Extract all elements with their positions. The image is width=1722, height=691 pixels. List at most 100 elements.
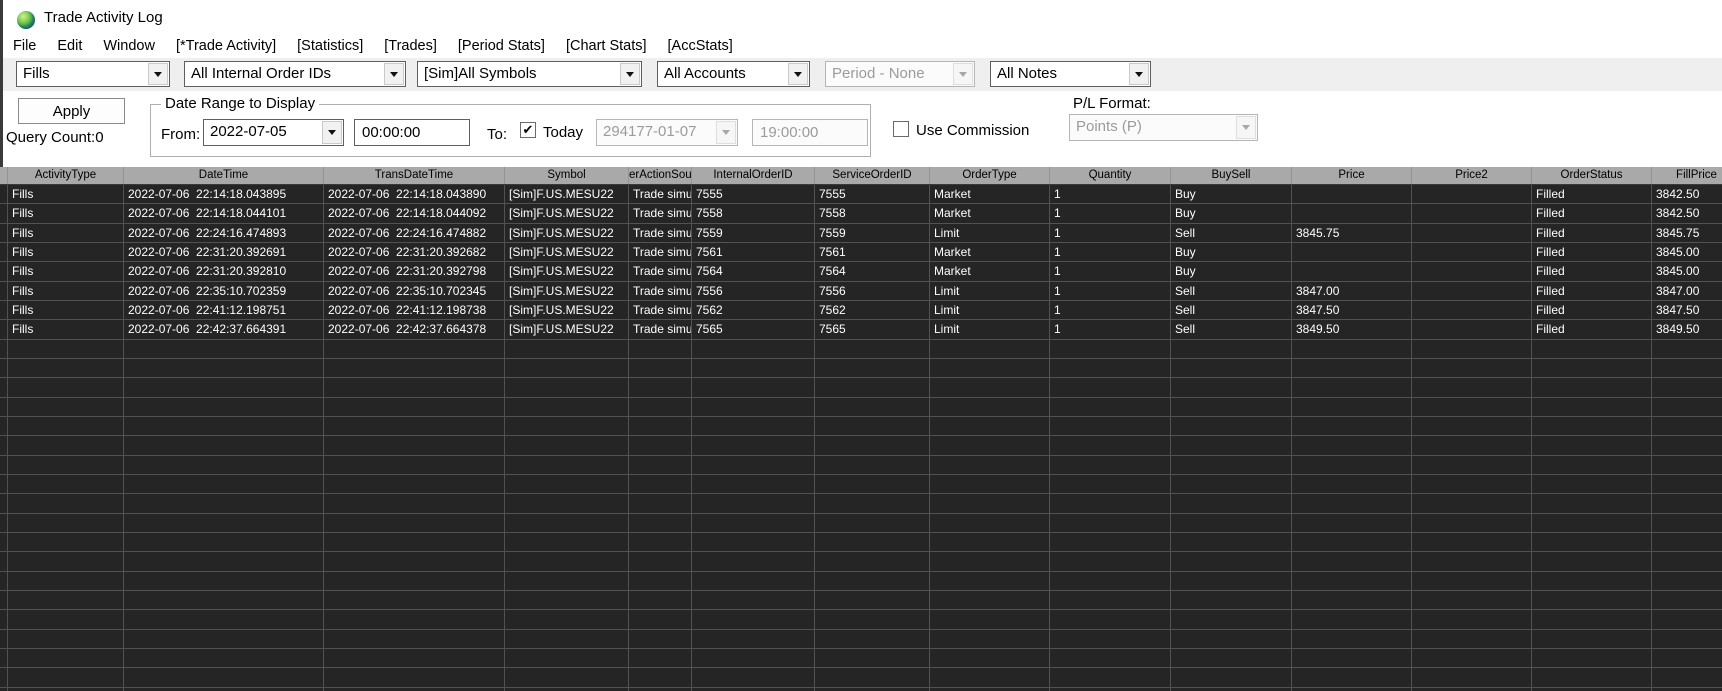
table-cell: [324, 436, 505, 456]
table-cell: 7561: [692, 242, 815, 263]
column-header-buysell[interactable]: BuySell: [1171, 167, 1292, 184]
empty-table-row: [0, 532, 1722, 553]
from-date-select[interactable]: 2022-07-05: [203, 119, 344, 146]
table-row[interactable]: Fills 2022-07-06 22:14:18.044101 2022-07-0…: [0, 204, 1722, 224]
menu-item-chart-stats[interactable]: [Chart Stats]: [566, 38, 647, 54]
table-cell: [692, 436, 815, 456]
table-cell: [1652, 688, 1722, 691]
table-cell: [629, 610, 692, 630]
table-cell: [815, 455, 930, 475]
table-cell: [Sim]F.US.MESU22: [505, 300, 629, 321]
menu-item-file[interactable]: File: [13, 38, 36, 54]
table-cell: 3847.00: [1652, 282, 1722, 301]
table-cell: [930, 455, 1050, 475]
table-cell: Buy: [1171, 242, 1292, 263]
table-row[interactable]: Fills 2022-07-06 22:31:20.392691 2022-07-0…: [0, 242, 1722, 263]
table-cell: [1532, 339, 1652, 359]
column-header-fillprice[interactable]: FillPrice: [1652, 167, 1722, 184]
empty-table-row: [0, 358, 1722, 379]
table-cell: [1412, 320, 1532, 340]
table-row[interactable]: Fills 2022-07-06 22:42:37.664391 2022-07-0…: [0, 320, 1722, 340]
table-cell: [1412, 513, 1532, 533]
table-cell: [815, 629, 930, 649]
empty-table-row: [0, 416, 1722, 437]
table-cell: [505, 687, 629, 691]
table-row[interactable]: Fills 2022-07-06 22:14:18.043895 2022-07-0…: [0, 185, 1722, 205]
table-cell: Buy: [1171, 185, 1292, 205]
menu-item-period-stats[interactable]: [Period Stats]: [458, 38, 545, 54]
table-cell: [629, 358, 692, 379]
chevron-down-icon: [788, 63, 808, 85]
table-cell: [324, 339, 505, 359]
menu-item-statistics[interactable]: [Statistics]: [297, 38, 363, 54]
table-cell: Sell: [1171, 281, 1292, 301]
menu-item-trade-activity[interactable]: [*Trade Activity]: [176, 38, 276, 54]
table-cell: [124, 358, 324, 379]
symbols-select[interactable]: [Sim]All Symbols: [417, 61, 642, 87]
table-cell: 2022-07-06 22:42:37.664391: [124, 320, 324, 340]
today-checkbox[interactable]: ✔: [520, 122, 536, 138]
table-cell: [505, 436, 629, 456]
table-cell: [1652, 610, 1722, 630]
table-row[interactable]: Fills 2022-07-06 22:35:10.702359 2022-07-0…: [0, 281, 1722, 301]
table-cell: [324, 629, 505, 649]
use-commission-checkbox[interactable]: [893, 121, 909, 137]
table-cell: [692, 590, 815, 611]
table-row[interactable]: Fills 2022-07-06 22:24:16.474893 2022-07-0…: [0, 223, 1722, 243]
row-gutter-cell: [0, 397, 8, 417]
table-cell: Fills: [8, 320, 124, 340]
row-gutter-cell: [0, 513, 8, 533]
column-header-quantity[interactable]: Quantity: [1050, 167, 1171, 184]
table-cell: [692, 687, 815, 691]
column-header-price2[interactable]: Price2: [1412, 167, 1532, 184]
table-cell: [124, 629, 324, 649]
table-cell: [1050, 358, 1171, 379]
column-header-ordertype[interactable]: OrderType: [930, 167, 1050, 184]
table-cell: [8, 648, 124, 669]
menu-item-trades[interactable]: [Trades]: [384, 38, 437, 54]
from-time-input[interactable]: 00:00:00: [354, 119, 470, 146]
table-cell: [815, 436, 930, 456]
column-header-activitytype[interactable]: ActivityType: [8, 167, 124, 184]
menu-item-edit[interactable]: Edit: [57, 38, 82, 54]
table-cell: [1050, 590, 1171, 611]
table-cell: 7564: [692, 262, 815, 282]
column-header-serviceorderid[interactable]: ServiceOrderID: [815, 167, 930, 184]
table-cell: [124, 494, 324, 514]
table-cell: [8, 416, 124, 437]
table-cell: [1532, 610, 1652, 630]
table-row[interactable]: Fills 2022-07-06 22:41:12.198751 2022-07-0…: [0, 300, 1722, 321]
menu-item-window[interactable]: Window: [103, 38, 155, 54]
table-cell: Limit: [930, 320, 1050, 340]
table-cell: 7562: [692, 300, 815, 321]
table-cell: Fills: [8, 223, 124, 243]
table-cell: [124, 648, 324, 669]
column-header-symbol[interactable]: Symbol: [505, 167, 629, 184]
table-cell: [505, 494, 629, 514]
table-cell: [124, 513, 324, 533]
notes-select[interactable]: All Notes: [990, 61, 1151, 87]
row-gutter-cell: [0, 262, 8, 282]
to-date-select: 294177-01-07: [596, 119, 738, 146]
table-cell: [124, 687, 324, 691]
table-cell: [1292, 552, 1412, 572]
accounts-select[interactable]: All Accounts: [657, 61, 810, 87]
column-header-price[interactable]: Price: [1292, 167, 1412, 184]
column-header-orderstatus[interactable]: OrderStatus: [1532, 167, 1652, 184]
column-header-datetime[interactable]: DateTime: [124, 167, 324, 184]
table-cell: [1412, 185, 1532, 205]
apply-button[interactable]: Apply: [18, 98, 125, 124]
column-header-eractionsou[interactable]: erActionSou: [629, 167, 692, 184]
table-cell: 1: [1050, 242, 1171, 263]
symbols-value: [Sim]All Symbols: [424, 65, 537, 82]
activity-type-select[interactable]: Fills: [16, 61, 170, 87]
pl-format-value: Points (P): [1076, 118, 1142, 135]
table-cell: [505, 668, 629, 688]
menu-item-accstats[interactable]: [AccStats]: [668, 38, 733, 54]
internal-order-ids-select[interactable]: All Internal Order IDs: [184, 61, 406, 87]
column-header-internalorderid[interactable]: InternalOrderID: [692, 167, 815, 184]
table-cell: [1652, 340, 1722, 359]
column-header-transdatetime[interactable]: TransDateTime: [324, 167, 505, 184]
table-cell: [Sim]F.US.MESU22: [505, 185, 629, 205]
table-row[interactable]: Fills 2022-07-06 22:31:20.392810 2022-07-0…: [0, 262, 1722, 282]
